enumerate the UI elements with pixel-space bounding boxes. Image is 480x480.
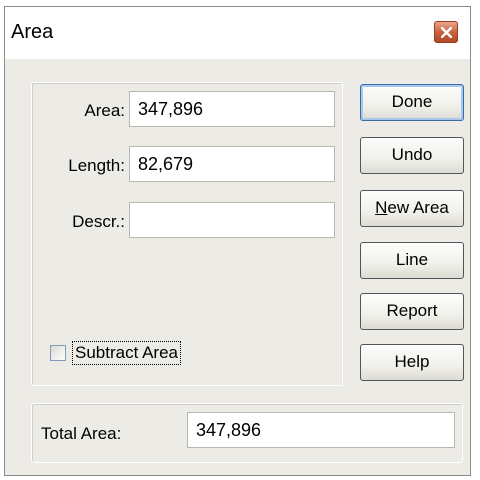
line-button[interactable]: Line — [360, 242, 464, 279]
close-icon — [441, 27, 452, 38]
subtract-area-label[interactable]: Subtract Area — [72, 341, 182, 365]
close-button[interactable] — [434, 21, 458, 43]
title-bar: Area — [5, 7, 470, 59]
new-area-label: ew Area — [387, 198, 449, 217]
descr-label: Descr.: — [72, 212, 125, 231]
done-button[interactable]: Done — [360, 84, 464, 121]
report-button[interactable]: Report — [360, 293, 464, 330]
help-button[interactable]: Help — [360, 344, 464, 381]
descr-field[interactable] — [129, 202, 335, 238]
undo-button[interactable]: Undo — [360, 137, 464, 174]
new-area-mnemonic: N — [375, 198, 388, 217]
area-dialog: Area Area: 347,896 Length: 82,679 Descr.… — [4, 6, 471, 476]
length-field[interactable]: 82,679 — [129, 146, 335, 182]
total-area-field: 347,896 — [187, 412, 455, 448]
new-area-button[interactable]: New Area — [360, 190, 464, 227]
total-area-label: Total Area: — [41, 424, 122, 443]
length-label: Length: — [68, 156, 125, 175]
subtract-area-checkbox[interactable] — [50, 345, 66, 361]
area-field[interactable]: 347,896 — [129, 91, 335, 127]
dialog-title: Area — [11, 21, 54, 43]
area-label: Area: — [84, 101, 125, 120]
